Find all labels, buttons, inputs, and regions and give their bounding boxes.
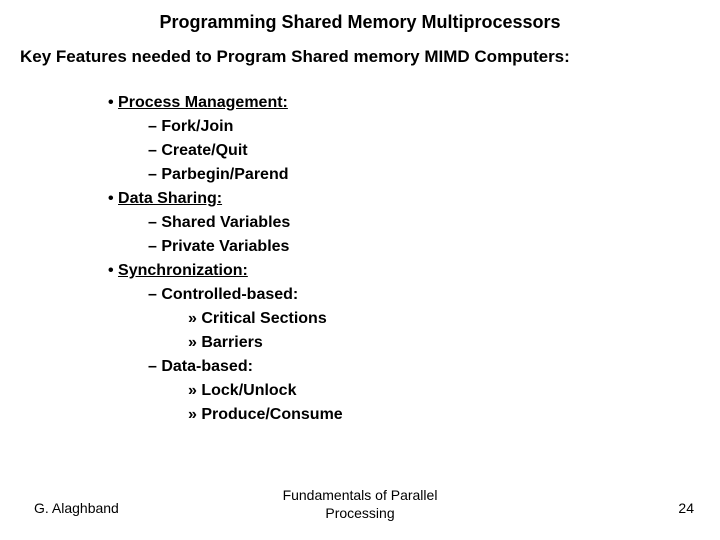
bullet-lock-unlock: » Lock/Unlock bbox=[188, 379, 700, 403]
label-lock-unlock: Lock/Unlock bbox=[201, 382, 296, 399]
bullet-create-quit: – Create/Quit bbox=[148, 139, 700, 163]
label-parbegin-parend: Parbegin/Parend bbox=[161, 166, 288, 183]
outline-body: • Process Management: – Fork/Join – Crea… bbox=[108, 91, 700, 427]
label-synchronization: Synchronization: bbox=[118, 262, 248, 279]
bullet-process-management: • Process Management: bbox=[108, 91, 700, 115]
bullet-controlled-based: – Controlled-based: bbox=[148, 283, 700, 307]
bullet-data-based: – Data-based: bbox=[148, 355, 700, 379]
label-critical-sections: Critical Sections bbox=[201, 310, 326, 327]
slide-title: Programming Shared Memory Multiprocessor… bbox=[20, 12, 700, 33]
label-produce-consume: Produce/Consume bbox=[201, 406, 342, 423]
label-process-management: Process Management: bbox=[118, 94, 288, 111]
slide-subtitle: Key Features needed to Program Shared me… bbox=[20, 47, 700, 67]
label-shared-variables: Shared Variables bbox=[161, 214, 290, 231]
label-controlled-based: Controlled-based: bbox=[161, 286, 298, 303]
label-barriers: Barriers bbox=[201, 334, 262, 351]
footer-page-number: 24 bbox=[678, 500, 694, 516]
bullet-synchronization: • Synchronization: bbox=[108, 259, 700, 283]
bullet-shared-variables: – Shared Variables bbox=[148, 211, 700, 235]
bullet-parbegin-parend: – Parbegin/Parend bbox=[148, 163, 700, 187]
bullet-produce-consume: » Produce/Consume bbox=[188, 403, 700, 427]
footer-title: Fundamentals of ParallelProcessing bbox=[0, 487, 720, 522]
label-data-sharing: Data Sharing: bbox=[118, 190, 222, 207]
label-create-quit: Create/Quit bbox=[161, 142, 247, 159]
bullet-barriers: » Barriers bbox=[188, 331, 700, 355]
label-data-based: Data-based: bbox=[161, 358, 253, 375]
label-fork-join: Fork/Join bbox=[161, 118, 233, 135]
bullet-fork-join: – Fork/Join bbox=[148, 115, 700, 139]
bullet-critical-sections: » Critical Sections bbox=[188, 307, 700, 331]
bullet-data-sharing: • Data Sharing: bbox=[108, 187, 700, 211]
label-private-variables: Private Variables bbox=[161, 238, 289, 255]
bullet-private-variables: – Private Variables bbox=[148, 235, 700, 259]
